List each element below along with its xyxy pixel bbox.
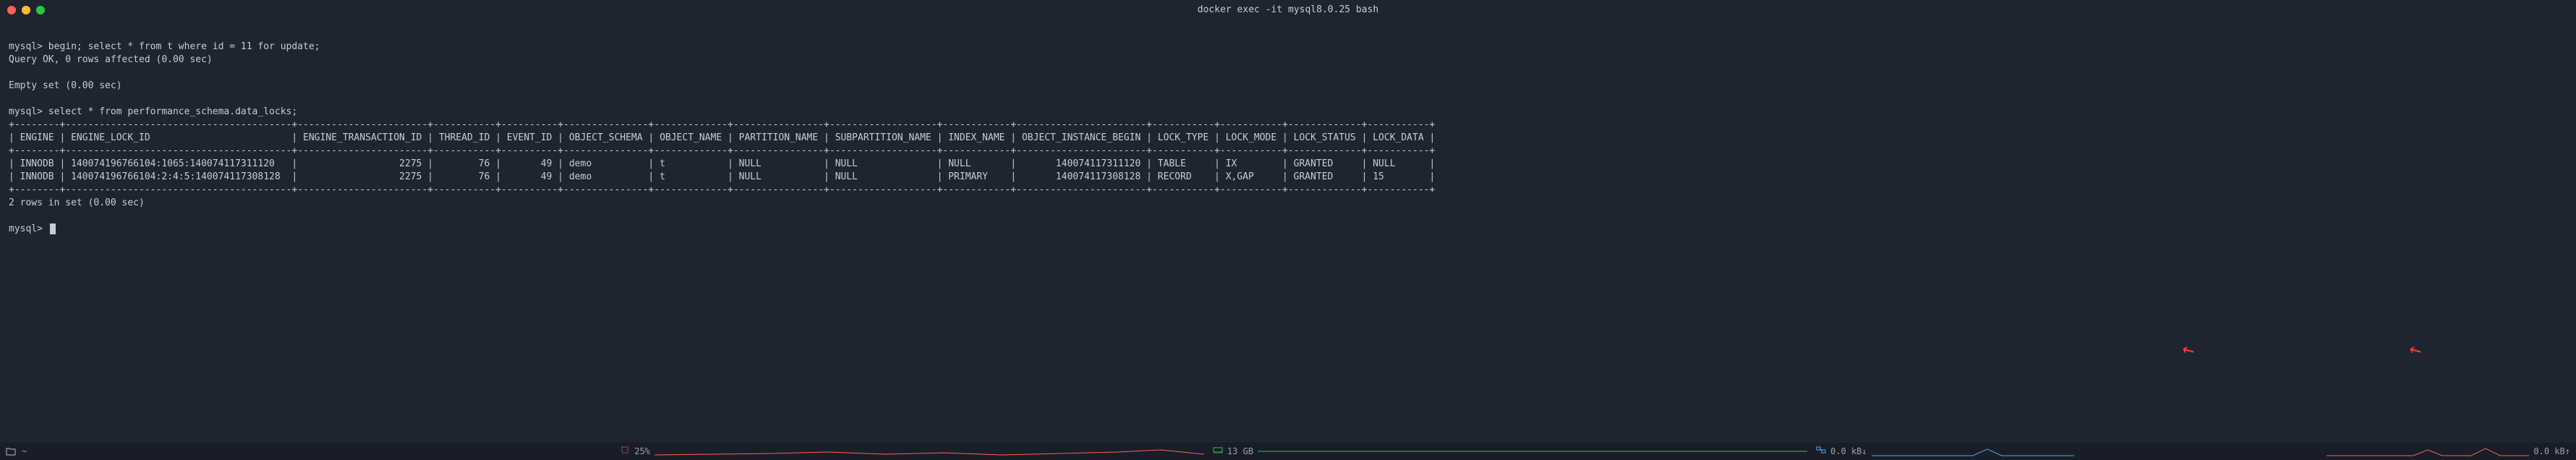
- result-2: 2 rows in set (0.00 sec): [9, 197, 145, 208]
- cpu-sparkline: [654, 446, 1204, 456]
- mem-sparkline: [1258, 446, 1807, 456]
- cursor-icon: [50, 223, 56, 234]
- table-border-mid: +--------+------------------------------…: [9, 145, 1435, 156]
- statusbar-mem: 13 GB: [1213, 446, 1807, 458]
- result-1b: Empty set (0.00 sec): [9, 80, 122, 91]
- table-border-bot: +--------+------------------------------…: [9, 184, 1435, 195]
- net-down-sparkline: [1872, 446, 2074, 456]
- prompt: mysql>: [9, 223, 43, 234]
- sql-query-2: select * from performance_schema.data_lo…: [48, 106, 297, 117]
- terminal-output[interactable]: mysql> begin; select * from t where id =…: [0, 20, 2576, 243]
- path-text: ~: [22, 446, 27, 458]
- annotation-arrow-icon: ↖: [2402, 333, 2426, 363]
- prompt-line-2: mysql> select * from performance_schema.…: [9, 106, 297, 117]
- network-icon: [1816, 446, 1826, 458]
- annotation-arrow-icon: ↖: [2175, 333, 2199, 363]
- statusbar: ~ 25% 13 GB 0.0 kB↓ 0.0 kB↑: [0, 443, 2576, 460]
- prompt-line-1: mysql> begin; select * from t where id =…: [9, 41, 320, 52]
- table-row: | INNODB | 140074196766104:2:4:5:1400741…: [9, 171, 1435, 182]
- window-title: docker exec -it mysql8.0.25 bash: [1198, 4, 1378, 17]
- table-row: | INNODB | 140074196766104:1065:14007411…: [9, 158, 1435, 169]
- table-border-top: +--------+------------------------------…: [9, 119, 1435, 130]
- sql-query-1: begin; select * from t where id = 11 for…: [48, 41, 320, 52]
- folder-icon: [6, 447, 16, 456]
- table-header: | ENGINE | ENGINE_LOCK_ID | ENGINE_TRANS…: [9, 132, 1435, 143]
- prompt: mysql>: [9, 106, 43, 117]
- memory-icon: [1213, 446, 1223, 458]
- statusbar-net-down: 0.0 kB↓: [1816, 446, 2074, 458]
- traffic-lights: [7, 6, 45, 14]
- maximize-icon[interactable]: [36, 6, 45, 14]
- statusbar-net-up: 0.0 kB↑: [2326, 446, 2570, 458]
- net-down-value: 0.0 kB↓: [1830, 446, 1867, 458]
- result-1a: Query OK, 0 rows affected (0.00 sec): [9, 54, 213, 65]
- mem-value: 13 GB: [1227, 446, 1253, 458]
- cpu-icon: [620, 445, 630, 459]
- close-icon[interactable]: [7, 6, 16, 14]
- prompt-line-cursor: mysql>: [9, 223, 56, 234]
- cpu-value: 25%: [634, 446, 650, 458]
- net-up-value: 0.0 kB↑: [2533, 446, 2570, 458]
- prompt: mysql>: [9, 41, 43, 52]
- titlebar: docker exec -it mysql8.0.25 bash: [0, 0, 2576, 20]
- net-up-sparkline: [2326, 446, 2529, 456]
- statusbar-cpu: 25%: [620, 445, 1204, 459]
- minimize-icon[interactable]: [22, 6, 30, 14]
- statusbar-path[interactable]: ~: [6, 446, 27, 458]
